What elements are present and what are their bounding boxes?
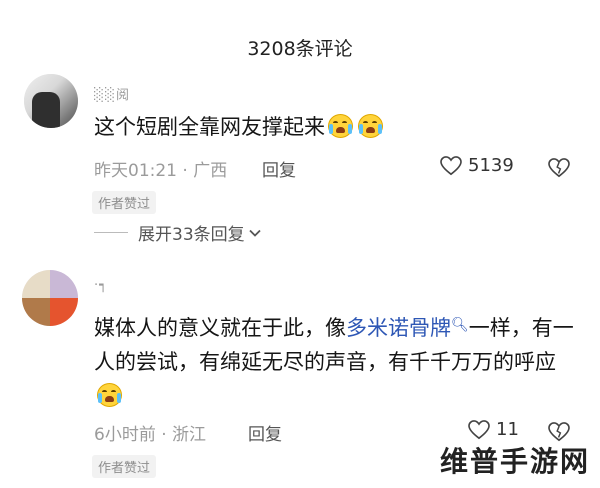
- search-link[interactable]: 多米诺骨牌: [346, 316, 451, 340]
- search-icon[interactable]: 🔍︎: [451, 317, 469, 333]
- comment-text: 媒体人的意义就在于此，像多米诺骨牌🔍︎一样，有一人的尝试，有绵延无尽的声音，有千…: [94, 308, 574, 413]
- reply-button[interactable]: 回复: [262, 156, 296, 181]
- comment-meta: 昨天01:21 · 广西: [94, 161, 228, 181]
- like-button[interactable]: 11: [468, 419, 519, 440]
- broken-heart-icon[interactable]: [548, 158, 570, 178]
- broken-heart-icon[interactable]: [548, 422, 570, 442]
- reply-button[interactable]: 回复: [248, 420, 282, 445]
- like-button[interactable]: 5139: [440, 155, 514, 176]
- comment-time: 6小时前: [94, 425, 156, 445]
- comment-count-title: 3208条评论: [247, 38, 353, 60]
- watermark-logo: 维普手游网: [439, 445, 590, 478]
- author-liked-badge: 作者赞过: [92, 455, 157, 478]
- comment-text: 这个短剧全靠网友撑起来: [94, 110, 574, 144]
- divider: [94, 232, 128, 233]
- expand-replies-label: 展开33条回复: [138, 225, 245, 245]
- crying-face-emoji-icon: [327, 113, 355, 139]
- comment-body: 媒体人的意义就在于此，像: [94, 316, 346, 340]
- comment-time: 昨天01:21: [94, 161, 177, 181]
- username[interactable]: ·┑: [94, 278, 108, 293]
- avatar[interactable]: [24, 74, 78, 128]
- comment-location: 广西: [193, 161, 228, 181]
- expand-replies-button[interactable]: 展开33条回复: [94, 220, 261, 245]
- comment-location: 浙江: [172, 425, 207, 445]
- crying-face-emoji-icon: [96, 382, 124, 408]
- chevron-down-icon: [249, 229, 261, 237]
- avatar[interactable]: [22, 270, 78, 326]
- comment-body: 这个短剧全靠网友撑起来: [94, 115, 325, 139]
- heart-icon: [440, 155, 462, 175]
- crying-face-emoji-icon: [357, 113, 385, 139]
- username[interactable]: ░░阅: [94, 84, 130, 103]
- author-liked-badge: 作者赞过: [92, 191, 157, 214]
- heart-icon: [468, 419, 490, 439]
- like-count: 11: [496, 419, 519, 440]
- like-count: 5139: [468, 155, 514, 176]
- comment-meta: 6小时前 · 浙江: [94, 425, 207, 445]
